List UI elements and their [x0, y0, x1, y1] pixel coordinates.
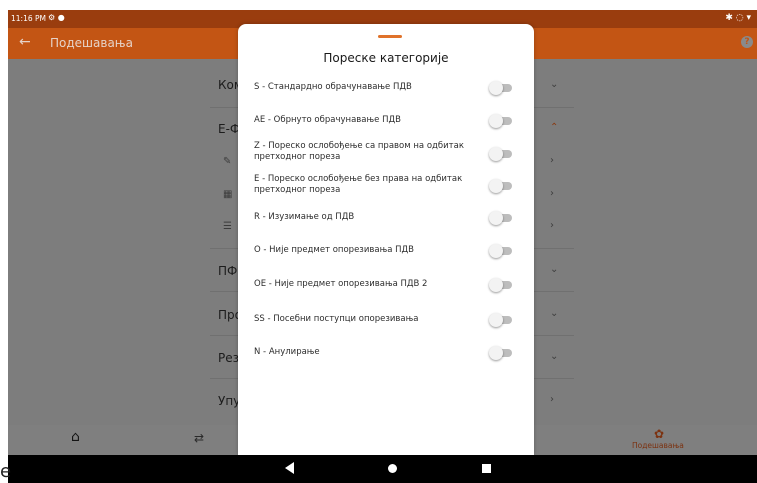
status-time: 11:16 PM: [11, 14, 46, 23]
system-nav-bar: [8, 455, 757, 483]
tax-option-label: Z - Пореско ослобођење са правом на одби…: [254, 141, 464, 162]
edit-icon: ✎: [223, 156, 232, 167]
system-back-icon[interactable]: [285, 462, 294, 474]
settings-row-label[interactable]: ПФ: [218, 264, 237, 278]
system-recents-icon[interactable]: [482, 464, 491, 473]
help-icon[interactable]: ?: [741, 36, 753, 48]
tax-option-label: R - Изузимање од ПДВ: [254, 212, 355, 222]
settings-gear-icon[interactable]: ✿: [654, 427, 664, 441]
notification-icons: ⚙ ●: [48, 13, 65, 22]
tax-option-label: O - Није предмет опорезивања ПДВ: [254, 245, 414, 255]
chevron-right-icon[interactable]: ›: [550, 188, 554, 199]
swap-icon[interactable]: ⇄: [194, 431, 204, 445]
system-home-icon[interactable]: [388, 464, 397, 473]
tax-option-label: N - Анулирање: [254, 347, 320, 357]
chevron-down-icon[interactable]: ⌄: [550, 308, 558, 319]
tax-option-toggle[interactable]: [489, 211, 513, 225]
tax-option-toggle[interactable]: [489, 81, 513, 95]
sheet-drag-handle[interactable]: [378, 35, 402, 38]
chevron-down-icon[interactable]: ⌄: [550, 79, 558, 90]
page-title: Подешавања: [50, 36, 133, 50]
sheet-title: Пореске категорије: [323, 51, 449, 65]
building-icon: ▦: [223, 189, 233, 200]
stray-text: e: [0, 461, 12, 482]
tax-option-toggle[interactable]: [489, 179, 513, 193]
tax-option-toggle[interactable]: [489, 346, 513, 360]
chevron-right-icon[interactable]: ›: [550, 220, 554, 231]
tax-category-sheet: Пореске категорије S - Стандардно обрачу…: [238, 24, 534, 455]
settings-row-label[interactable]: Е-Ф: [218, 122, 240, 136]
tax-option-toggle[interactable]: [489, 278, 513, 292]
tax-option-label: OE - Није предмет опорезивања ПДВ 2: [254, 279, 428, 289]
tax-option-toggle[interactable]: [489, 313, 513, 327]
settings-row-label[interactable]: Рез: [218, 351, 239, 365]
chevron-right-icon[interactable]: ›: [550, 155, 554, 166]
system-icons: ✱ ◌ ▾: [725, 13, 751, 23]
tax-option-toggle[interactable]: [489, 244, 513, 258]
chevron-down-icon[interactable]: ⌄: [550, 264, 558, 275]
list-icon: ☰: [223, 221, 232, 232]
chevron-down-icon[interactable]: ⌄: [550, 351, 558, 362]
tax-option-toggle[interactable]: [489, 147, 513, 161]
settings-row-label[interactable]: Упу: [218, 394, 240, 408]
tax-option-label: E - Пореско ослобођење без права на одби…: [254, 174, 463, 195]
tax-option-label: AE - Обрнуто обрачунавање ПДВ: [254, 115, 401, 125]
tax-option-label: S - Стандардно обрачунавање ПДВ: [254, 82, 412, 92]
tax-option-label: SS - Посебни поступци опорезивања: [254, 314, 419, 324]
chevron-right-icon[interactable]: ›: [550, 394, 554, 405]
nav-settings-label[interactable]: Подешавања: [632, 441, 684, 450]
back-arrow-icon[interactable]: ←: [19, 34, 31, 50]
chevron-up-icon[interactable]: ⌃: [550, 122, 558, 133]
home-icon[interactable]: ⌂: [71, 429, 80, 445]
tax-option-toggle[interactable]: [489, 114, 513, 128]
